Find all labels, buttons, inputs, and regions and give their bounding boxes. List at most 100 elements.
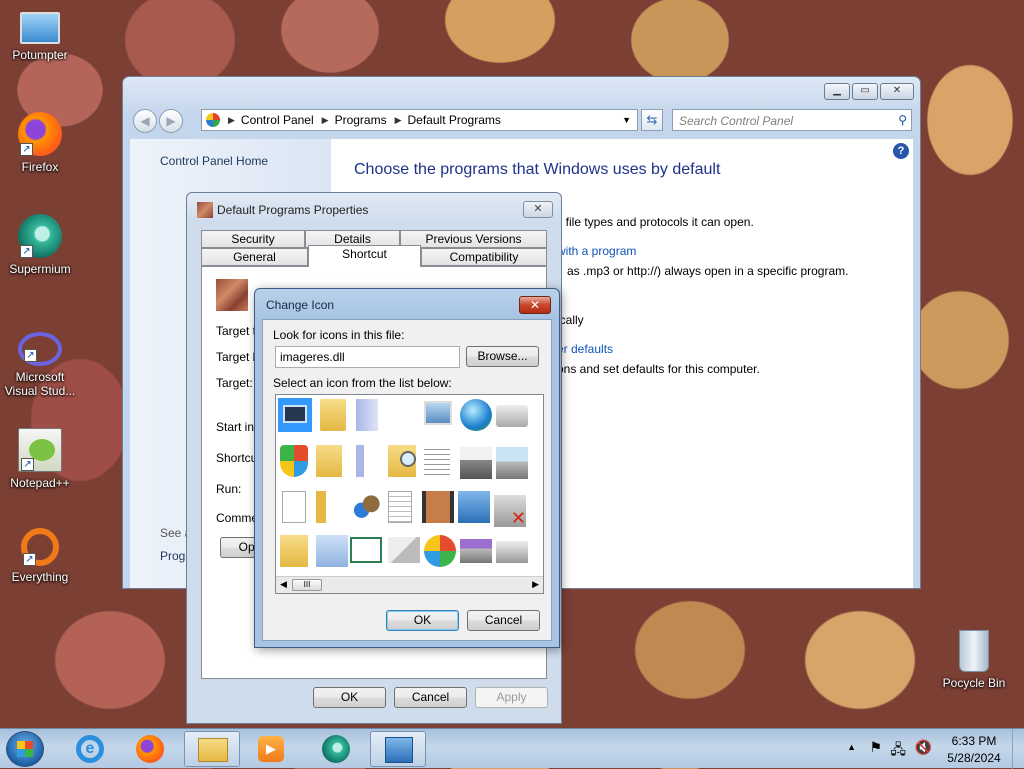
desktop-icon-visual-studio[interactable]: ↗ Microsoft Visual Stud...: [0, 332, 80, 398]
control-panel-home-link[interactable]: Control Panel Home: [160, 154, 268, 168]
ok-button[interactable]: OK: [313, 687, 386, 708]
scroll-right-icon[interactable]: ▶: [532, 579, 539, 590]
selected-icon[interactable]: [278, 398, 312, 432]
show-hidden-icons-icon[interactable]: ▲: [847, 742, 856, 752]
tab-security[interactable]: Security: [201, 230, 305, 248]
tab-general[interactable]: General: [201, 248, 308, 266]
start-in-label: Start in:: [216, 420, 258, 434]
taskbar-internet-explorer[interactable]: e: [62, 731, 118, 767]
horizontal-scrollbar[interactable]: ◀ III ▶: [276, 576, 543, 593]
desktop-icon-label: Firefox: [21, 160, 59, 174]
control-panel-icon[interactable]: [458, 491, 490, 523]
close-button[interactable]: ✕: [880, 83, 914, 100]
shield-icon[interactable]: [280, 445, 308, 477]
hard-drive-icon[interactable]: [496, 541, 528, 563]
network-drive-icon[interactable]: [496, 447, 528, 479]
target-label: Target:: [216, 376, 253, 390]
cancel-button[interactable]: Cancel: [394, 687, 467, 708]
taskbar-firefox[interactable]: [122, 731, 178, 767]
tab-compatibility[interactable]: Compatibility: [421, 248, 547, 266]
desktop-icon-supermium[interactable]: ↗ Supermium: [0, 214, 80, 276]
chevron-right-icon: ▶: [321, 114, 329, 125]
back-button[interactable]: ◀: [133, 109, 157, 133]
network-icon[interactable]: 🖧: [890, 739, 906, 763]
show-desktop-button[interactable]: [1012, 729, 1024, 769]
close-button[interactable]: ✕: [523, 201, 553, 218]
taskbar-media-player[interactable]: ▶: [244, 731, 300, 767]
notepad-plus-plus-icon: ↗: [18, 428, 62, 472]
folder-icon[interactable]: [316, 445, 342, 477]
taskbar-control-panel[interactable]: [370, 731, 426, 767]
folder-icon[interactable]: [316, 491, 326, 523]
media-player-icon: ▶: [258, 736, 284, 762]
address-bar[interactable]: ▶ Control Panel ▶ Programs ▶ Default Pro…: [201, 109, 638, 131]
programs-link[interactable]: Progr: [160, 549, 189, 563]
search-input[interactable]: Search Control Panel ⚲: [672, 109, 912, 131]
breadcrumb-control-panel[interactable]: Control Panel: [241, 113, 314, 127]
start-button[interactable]: [6, 731, 44, 767]
supermium-icon: [322, 735, 350, 763]
minimize-button[interactable]: ▁: [824, 83, 850, 100]
mail-icon[interactable]: [388, 537, 420, 563]
forward-button[interactable]: ▶: [159, 109, 183, 133]
desktop-icon-notepadpp[interactable]: ↗ Notepad++: [0, 428, 80, 490]
desktop-icon-label: Pocycle Bin: [942, 676, 1006, 690]
folder-icon[interactable]: [280, 535, 308, 567]
cancel-button[interactable]: Cancel: [467, 610, 540, 631]
windows-logo-icon: [17, 741, 33, 757]
scroll-left-icon[interactable]: ◀: [280, 579, 287, 590]
network-globe-icon[interactable]: [460, 399, 492, 431]
taskbar-file-explorer[interactable]: [184, 731, 240, 767]
blank-document-icon[interactable]: [282, 491, 306, 523]
set-defaults-link[interactable]: er defaults: [557, 342, 613, 356]
associate-link[interactable]: with a program: [557, 244, 636, 258]
puzzle-icon[interactable]: [352, 491, 384, 523]
window-document-icon[interactable]: [350, 537, 382, 563]
printer-icon[interactable]: [460, 447, 492, 479]
clock-date[interactable]: 5/28/2024: [944, 751, 1004, 765]
maximize-button[interactable]: ▭: [852, 83, 878, 100]
tab-previous-versions[interactable]: Previous Versions: [400, 230, 547, 248]
folder-icon[interactable]: [320, 399, 346, 431]
desktop-icon-recycle-bin[interactable]: Pocycle Bin: [934, 630, 1014, 690]
address-dropdown-icon[interactable]: ▼: [622, 115, 631, 125]
tab-shortcut[interactable]: Shortcut: [308, 245, 421, 267]
spreadsheet-icon[interactable]: [424, 445, 450, 477]
taskbar-supermium[interactable]: [308, 731, 364, 767]
desktop-icon-everything[interactable]: ↗ Everything: [0, 528, 80, 584]
help-icon[interactable]: ?: [893, 143, 909, 159]
breadcrumb-default-programs[interactable]: Default Programs: [408, 113, 501, 127]
scroll-thumb[interactable]: III: [292, 579, 322, 591]
breadcrumb-programs[interactable]: Programs: [335, 113, 387, 127]
close-button[interactable]: ✕: [519, 296, 551, 314]
firefox-icon: ↗: [18, 112, 62, 156]
search-document-icon[interactable]: [316, 535, 348, 567]
remove-drive-icon[interactable]: ✕: [494, 495, 526, 527]
windows-logo-icon[interactable]: [424, 535, 456, 567]
document-icon[interactable]: [356, 445, 364, 477]
floppy-drive-icon[interactable]: [460, 539, 492, 563]
apply-button[interactable]: Apply: [475, 687, 548, 708]
desktop-icon-label: Supermium: [9, 262, 71, 276]
control-panel-icon: [206, 113, 220, 127]
action-center-flag-icon[interactable]: ⚑: [869, 739, 882, 756]
desktop-icon-computer[interactable]: Potumpter: [0, 10, 80, 62]
browse-button[interactable]: Browse...: [466, 346, 539, 367]
change-icon-dialog[interactable]: Change Icon ✕ Look for icons in this fil…: [254, 288, 560, 648]
refresh-button[interactable]: ⇆: [641, 109, 663, 131]
picture-icon[interactable]: [424, 401, 452, 425]
shortcut-arrow-icon: ↗: [21, 458, 34, 471]
video-icon[interactable]: [422, 491, 454, 523]
document-icon[interactable]: [356, 399, 378, 431]
ok-button[interactable]: OK: [386, 610, 459, 631]
volume-muted-icon[interactable]: 🔇: [915, 739, 932, 756]
desktop-icon-firefox[interactable]: ↗ Firefox: [0, 112, 80, 174]
icon-list[interactable]: ✕ ◀ III ▶: [275, 394, 544, 594]
clock-time[interactable]: 6:33 PM: [944, 734, 1004, 748]
text-document-icon[interactable]: [388, 491, 412, 523]
drive-icon[interactable]: [496, 405, 528, 427]
search-icon[interactable]: ⚲: [898, 113, 907, 127]
dialog-title: Default Programs Properties: [217, 203, 369, 217]
icon-file-input[interactable]: imageres.dll: [275, 346, 460, 368]
folder-search-icon[interactable]: [388, 445, 416, 477]
